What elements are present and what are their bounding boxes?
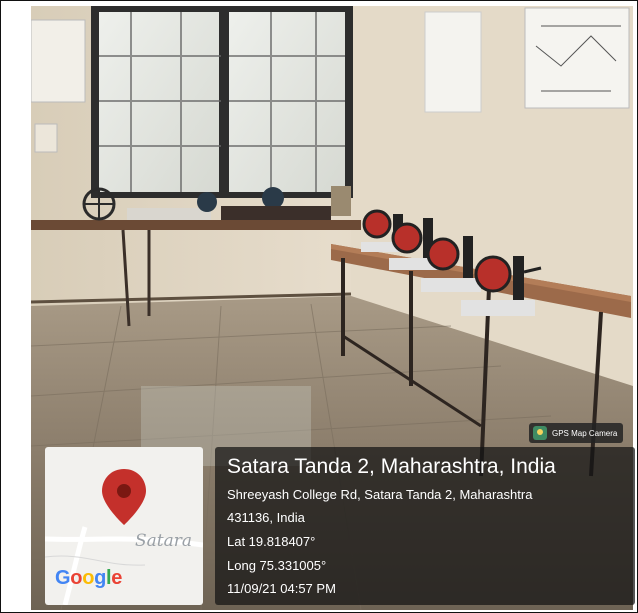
longitude: Long 75.331005°: [227, 558, 327, 573]
map-city-label: Satara: [135, 531, 193, 551]
photo-frame: GPS Map Camera Satara Google Satara Tand…: [0, 0, 638, 613]
datetime: 11/09/21 04:57 PM: [227, 581, 336, 596]
gps-camera-label: GPS Map Camera: [552, 428, 618, 438]
map-thumbnail[interactable]: Satara Google: [45, 447, 203, 605]
location-info-panel: Satara Tanda 2, Maharashtra, India Shree…: [215, 447, 635, 605]
address-line-1: Shreeyash College Rd, Satara Tanda 2, Ma…: [227, 487, 533, 502]
gps-stamp: GPS Map Camera Satara Google Satara Tand…: [45, 423, 635, 605]
place-title: Satara Tanda 2, Maharashtra, India: [227, 455, 556, 478]
gps-camera-icon: [533, 426, 547, 440]
google-logo: Google: [55, 567, 123, 589]
gps-camera-badge: GPS Map Camera: [529, 423, 624, 443]
address-line-2: 431136, India: [227, 510, 305, 525]
latitude: Lat 19.818407°: [227, 534, 316, 549]
